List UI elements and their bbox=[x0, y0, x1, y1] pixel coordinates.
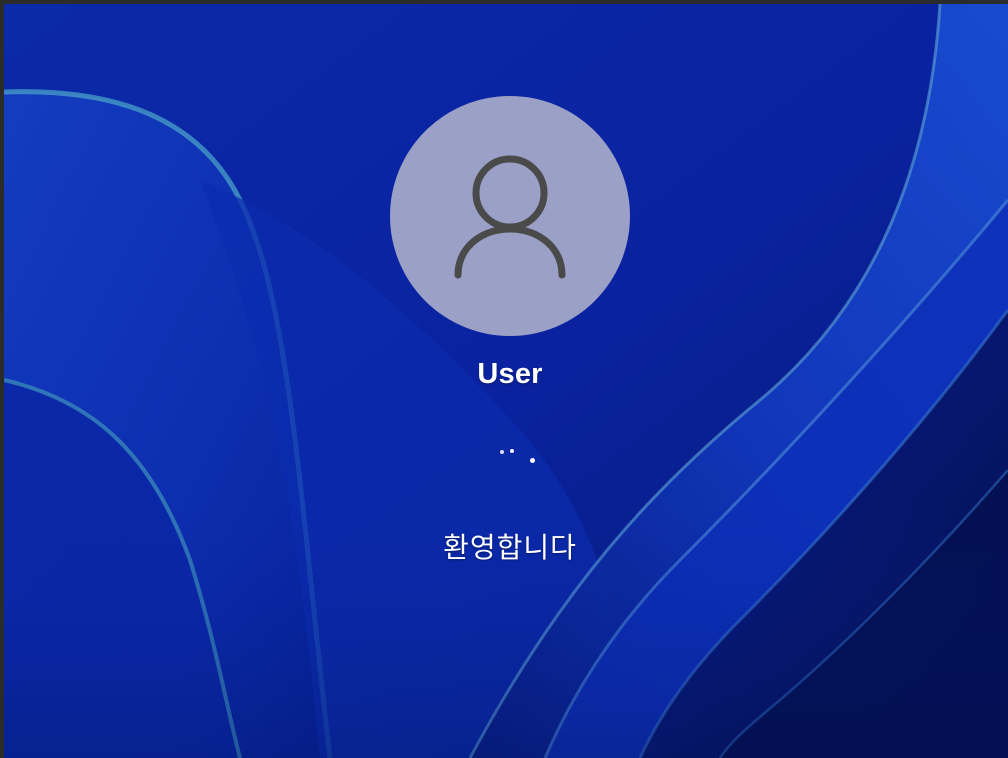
sign-in-panel: User 환영합니다 bbox=[0, 0, 1008, 758]
lock-screen: User 환영합니다 bbox=[0, 0, 1008, 758]
user-avatar bbox=[390, 96, 630, 336]
user-silhouette-icon bbox=[454, 155, 566, 279]
loading-dots-icon bbox=[494, 438, 540, 468]
window-frame-top bbox=[0, 0, 1008, 4]
welcome-status-text: 환영합니다 bbox=[443, 531, 577, 564]
window-frame-left bbox=[0, 0, 4, 758]
user-name: User bbox=[477, 358, 543, 390]
